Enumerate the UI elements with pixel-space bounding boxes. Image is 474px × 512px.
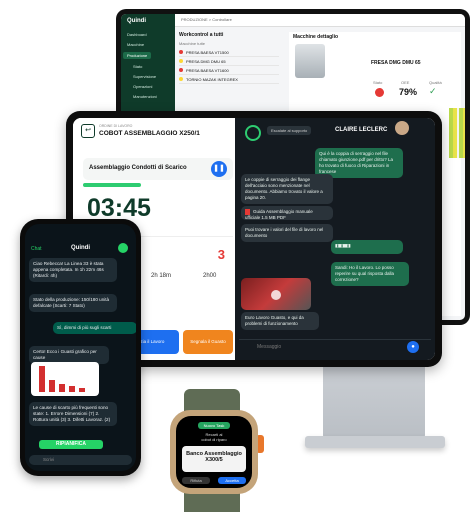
sidebar-item-dashboard[interactable]: Dashboard <box>127 32 147 37</box>
task-card[interactable]: Assemblaggio Condotti di Scarico ❚❚ <box>83 158 233 180</box>
time-elapsed: 2h 18m <box>151 273 172 279</box>
list-item[interactable]: TORNIO MAZAK INTEGREX <box>179 75 279 84</box>
list-title: Workcontrol a tutti <box>179 32 224 38</box>
machine-name: PRESA BAESA VT1500 <box>186 49 229 55</box>
chat-message: Sandi: Ho il Lavoro. Lo posso reperire s… <box>331 262 409 286</box>
chat-message: Puoi trovare i valori del file di lavoro… <box>241 224 333 242</box>
escalate-button[interactable]: Escalate al supporto <box>267 126 312 135</box>
status-dot <box>179 59 183 63</box>
machine-name: PRESA DMG DMU 65 <box>186 58 226 64</box>
machine-name: TORNIO MAZAK INTEGREX <box>186 76 238 82</box>
sidebar-item-produzione[interactable]: Produzione <box>123 52 152 59</box>
progress-bar <box>83 183 141 187</box>
list-item[interactable]: PRESA DMG DMU 65 <box>179 57 279 66</box>
list-item[interactable]: PRESA BAESA VT1600 <box>179 66 279 75</box>
waveform-icon: ▮▯▮▮▯▮▮▮▯▮ <box>335 243 351 248</box>
chat-title: Quindi <box>71 245 90 251</box>
back-button[interactable]: Chat <box>31 246 42 252</box>
report-fault-button[interactable]: Segnala il Guasto <box>183 330 233 354</box>
sidebar-item-supervisione[interactable]: Supervisione <box>133 74 156 79</box>
chart-bar <box>59 384 65 392</box>
chat-message: Ciao Rebecca! La Linea 33 è stata appena… <box>29 258 117 282</box>
back-icon[interactable]: ↩ <box>81 124 95 138</box>
reschedule-button[interactable]: RIPIANIFICA <box>39 440 103 449</box>
chart-bar <box>79 388 85 392</box>
status-dot <box>179 77 183 81</box>
image-message[interactable] <box>241 278 311 310</box>
task-title: Assemblaggio Condotti di Scarico <box>89 165 187 171</box>
timeline-chart <box>449 108 465 158</box>
smartphone: Chat Quindi Ciao Rebecca! La Linea 33 è … <box>20 219 141 476</box>
smartwatch: Nuovo Task Recarti al cobot di riparo Ba… <box>170 410 258 494</box>
order-label: ORDINE DI LAVORO <box>99 124 133 128</box>
sidebar-item-macchine[interactable]: Macchine <box>127 42 144 47</box>
desktop-topbar: PRODUZIONE > Controllare <box>175 14 465 27</box>
watch-line: cobot di riparo <box>201 437 227 442</box>
chat-input-bar: Messaggio ● <box>239 339 431 354</box>
machine-list: Workcontrol a tutti Macchine tutte PRESA… <box>179 32 279 84</box>
check-icon: ✓ <box>429 86 437 96</box>
sidebar-item-stato[interactable]: Stato <box>133 64 142 69</box>
chart-bar <box>39 366 45 392</box>
pause-button[interactable]: ❚❚ <box>211 161 227 177</box>
monitor-stand-base <box>305 436 445 448</box>
pdf-attachment[interactable]: Guida Assemblaggio manuale ufficiale 1.5… <box>241 206 333 220</box>
attachment-name: Guida Assemblaggio manuale ufficiale 1.5… <box>245 209 313 221</box>
machine-name: PRESA BAESA VT1600 <box>186 67 229 73</box>
avatar <box>395 121 409 135</box>
chat-message: Le cause di scarto più frequenti sono st… <box>29 402 117 426</box>
status-dot <box>179 68 183 72</box>
chat-panel: Escalate al supporto CLAIRE LECLERC Qui … <box>235 118 435 360</box>
message-input[interactable]: Messaggio <box>257 344 281 350</box>
chat-message: Stato della produzione: 150/180 unità de… <box>29 294 117 312</box>
oee-value: 79% <box>399 87 418 97</box>
list-header: Macchine tutte <box>179 41 206 46</box>
sidebar-item-manutenzioni[interactable]: Manutenzioni <box>133 94 157 99</box>
chat-message: Le coppie di serraggio dei flange dell'a… <box>241 174 333 204</box>
chat-logo-icon <box>245 125 261 141</box>
defect-counter: 3 <box>217 247 225 262</box>
detail-title: Macchine dettaglio <box>293 34 339 40</box>
status-indicator <box>375 88 384 97</box>
phone-input-bar: Scrivi <box>29 455 132 465</box>
chart-bar <box>69 386 75 392</box>
breadcrumb: PRODUZIONE > Controllare <box>181 17 232 22</box>
contact-name: CLAIRE LECLERC <box>335 127 388 133</box>
list-item[interactable]: PRESA BAESA VT1500 <box>179 48 279 57</box>
metric-label: Qualità <box>429 80 442 85</box>
defect-chart[interactable] <box>31 362 99 396</box>
metric-label: OEE <box>401 80 410 85</box>
machine-name: FRESA DMG DMU 65 <box>371 60 421 66</box>
reject-button[interactable]: Rifiuta <box>182 477 210 484</box>
chart-bar <box>49 380 55 392</box>
watch-screen: Nuovo Task Recarti al cobot di riparo Ba… <box>176 416 252 488</box>
chat-message: Euro Lavoro Guasto, e qui da problemi di… <box>241 312 319 330</box>
app-logo: Quindi <box>127 18 146 24</box>
mic-icon[interactable]: ● <box>407 341 419 353</box>
phone-screen: Chat Quindi Ciao Rebecca! La Linea 33 è … <box>25 224 136 471</box>
pdf-icon <box>245 209 250 215</box>
time-planned: 2h00 <box>203 273 217 279</box>
avatar <box>118 243 128 253</box>
chat-message: Sì, dimmi di più sugli scarti <box>53 322 136 334</box>
sidebar-item-operazioni[interactable]: Operazioni <box>133 84 152 89</box>
metric-label: Stato <box>373 80 383 85</box>
status-dot <box>179 50 183 54</box>
accept-button[interactable]: Accetta <box>218 477 246 484</box>
voice-message[interactable]: ▮▯▮▮▯▮▮▮▯▮ <box>331 240 403 254</box>
order-title: COBOT ASSEMBLAGGIO X250/1 <box>99 130 200 137</box>
play-icon[interactable] <box>271 290 281 300</box>
message-input[interactable]: Scrivi <box>43 457 54 462</box>
machine-image <box>295 44 325 78</box>
task-tag: Nuovo Task <box>198 422 230 429</box>
product-card[interactable]: Banco Assemblaggio X300/5 <box>182 446 246 472</box>
